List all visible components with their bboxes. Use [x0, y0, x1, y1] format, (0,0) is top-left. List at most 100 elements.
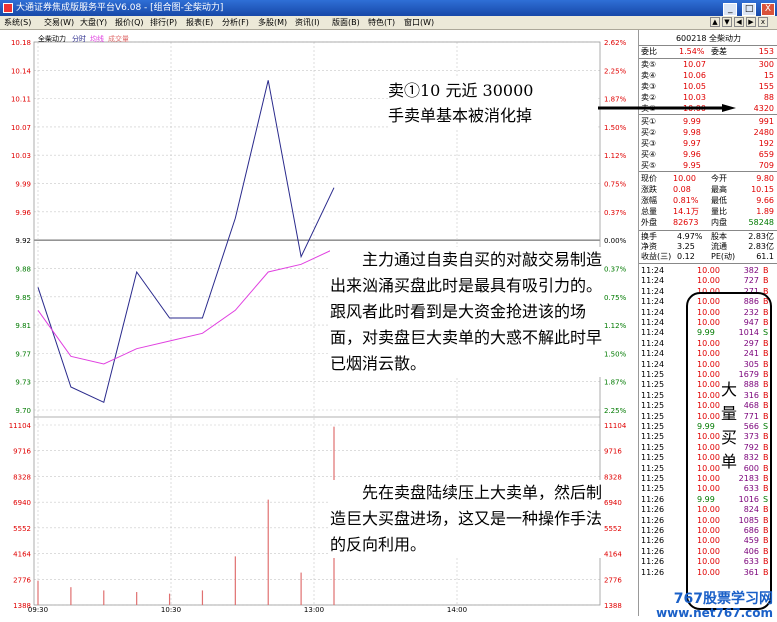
stat-value: 1.89 — [756, 207, 774, 216]
stock-code-name: 600218 全柴动力 — [675, 34, 742, 43]
buy-row[interactable]: 买① 9.99 991 — [639, 117, 777, 127]
divider — [639, 45, 777, 46]
legend-timeshare: 分时 — [72, 34, 86, 43]
buy-row[interactable]: 买③ 9.97 192 — [639, 139, 777, 149]
buy-row[interactable]: 买④ 9.96 659 — [639, 150, 777, 160]
stat-value: 82673 — [673, 218, 699, 227]
sell-row[interactable]: 卖③ 10.05 155 — [639, 82, 777, 92]
trade-row: 11:24 10.00 382 B — [639, 266, 777, 276]
menu-quote[interactable]: 报价(Q) — [115, 16, 144, 29]
menu-bar: 系统(S) 交易(W) 大盘(Y) 报价(Q) 排行(P) 报表(E) 分析(F… — [0, 16, 777, 30]
menu-trade[interactable]: 交易(W) — [44, 16, 74, 29]
stat-value: 10.15 — [751, 185, 774, 194]
stat-value: 0.12 — [677, 252, 695, 261]
price-tick: 9.85 — [15, 294, 31, 302]
menu-info[interactable]: 资讯(I) — [295, 16, 320, 29]
price-tick: 10.07 — [11, 124, 31, 132]
price-tick: 9.99 — [15, 181, 31, 189]
percent-tick: 0.37% — [604, 209, 627, 217]
trade-time: 11:25 — [641, 401, 665, 411]
stat-label: 总量 — [641, 207, 657, 216]
stat-value: 2.83亿 — [748, 242, 774, 251]
toolbar-right-icon[interactable]: ▶ — [746, 17, 756, 27]
menu-system[interactable]: 系统(S) — [4, 16, 31, 29]
toolbar-left-icon[interactable]: ◀ — [734, 17, 744, 27]
sell-row[interactable]: 卖⑤ 10.07 300 — [639, 60, 777, 70]
buy-price: 9.99 — [683, 117, 701, 126]
buy-row[interactable]: 买⑤ 9.95 709 — [639, 161, 777, 171]
buy-volume: 991 — [758, 117, 774, 126]
percent-tick: 1.12% — [604, 152, 627, 160]
percent-tick: 2.25% — [604, 407, 627, 415]
close-button[interactable]: X — [761, 3, 775, 16]
price-tick: 10.11 — [11, 96, 31, 104]
buy-row[interactable]: 买② 9.98 2480 — [639, 128, 777, 138]
price-tick: 10.03 — [11, 152, 31, 160]
trade-time: 11:26 — [641, 494, 665, 504]
time-tick: 14:00 — [447, 606, 467, 614]
stat-label: 内盘 — [711, 218, 727, 227]
volume-tick: 11104 — [604, 422, 627, 430]
trade-time: 11:26 — [641, 515, 665, 525]
trade-time: 11:24 — [641, 307, 665, 317]
percent-tick: 2.25% — [604, 67, 627, 75]
menu-report[interactable]: 报表(E) — [186, 16, 213, 29]
watermark-url: www.net767.com — [656, 606, 773, 620]
stat-row: 现价 10.00 今开 9.80 — [639, 174, 777, 184]
menu-rank[interactable]: 排行(P) — [150, 16, 177, 29]
sell-label: 卖⑤ — [641, 60, 657, 69]
trade-price: 10.00 — [697, 276, 720, 286]
stat-row: 换手 4.97% 股本 2.83亿 — [639, 232, 777, 242]
menu-feature[interactable]: 特色(T) — [368, 16, 395, 29]
sell-row[interactable]: 卖④ 10.06 15 — [639, 71, 777, 81]
annotation-large-buy: 大 量 买 单 — [716, 378, 742, 474]
sell-label: 卖③ — [641, 82, 657, 91]
maximize-button[interactable]: □ — [742, 3, 757, 16]
stat-value: 14.1万 — [673, 207, 699, 216]
menu-market[interactable]: 大盘(Y) — [80, 16, 107, 29]
menu-window[interactable]: 窗口(W) — [404, 16, 434, 29]
weicha-value: 153 — [758, 47, 774, 56]
trade-row: 11:24 10.00 727 B — [639, 276, 777, 286]
sell-price: 10.05 — [683, 82, 706, 91]
buy-label: 买④ — [641, 150, 657, 159]
stat-label: 涨跌 — [641, 185, 657, 194]
volume-tick: 8328 — [13, 473, 31, 481]
percent-tick: 2.62% — [604, 39, 627, 47]
stat-label: PE(动) — [711, 252, 736, 261]
title-bar: 大通证券焦成版服务平台V6.08 - [组合图-全柴动力] _ □ X — [0, 0, 777, 16]
percent-tick: 1.12% — [604, 322, 627, 330]
percent-tick: 0.75% — [604, 181, 627, 189]
percent-tick: 1.50% — [604, 124, 627, 132]
volume-tick: 5552 — [604, 525, 622, 533]
trade-time: 11:25 — [641, 484, 665, 494]
stat-value: 9.66 — [756, 196, 774, 205]
sell-volume: 15 — [763, 71, 774, 80]
toolbar-up-icon[interactable]: ▲ — [710, 17, 720, 27]
sell-volume: 88 — [763, 93, 774, 102]
sell-volume: 300 — [758, 60, 774, 69]
sell-label: 卖② — [641, 93, 657, 102]
menu-layout[interactable]: 版面(B) — [332, 16, 360, 29]
buy-label: 买② — [641, 128, 657, 137]
volume-tick: 2776 — [13, 576, 31, 584]
sell-price: 10.03 — [683, 93, 706, 102]
minimize-button[interactable]: _ — [723, 3, 738, 16]
toolbar-close-icon[interactable]: x — [758, 17, 768, 27]
percent-tick: 0.75% — [604, 294, 627, 302]
price-tick: 9.70 — [15, 407, 31, 415]
menu-multi-stock[interactable]: 多股(M) — [258, 16, 287, 29]
stat-label: 股本 — [711, 232, 727, 241]
trade-time: 11:25 — [641, 370, 665, 379]
trade-time: 11:24 — [641, 266, 665, 275]
sell-row[interactable]: 卖② 10.03 88 — [639, 93, 777, 103]
menu-analysis[interactable]: 分析(F) — [222, 16, 249, 29]
volume-tick: 11104 — [9, 422, 32, 430]
toolbar-down-icon[interactable]: ▼ — [722, 17, 732, 27]
volume-tick: 9716 — [604, 448, 622, 456]
stat-label: 量比 — [711, 207, 727, 216]
trade-price: 10.00 — [697, 266, 720, 275]
divider — [639, 114, 777, 115]
divider — [639, 171, 777, 172]
stat-value: 0.08 — [673, 185, 691, 194]
